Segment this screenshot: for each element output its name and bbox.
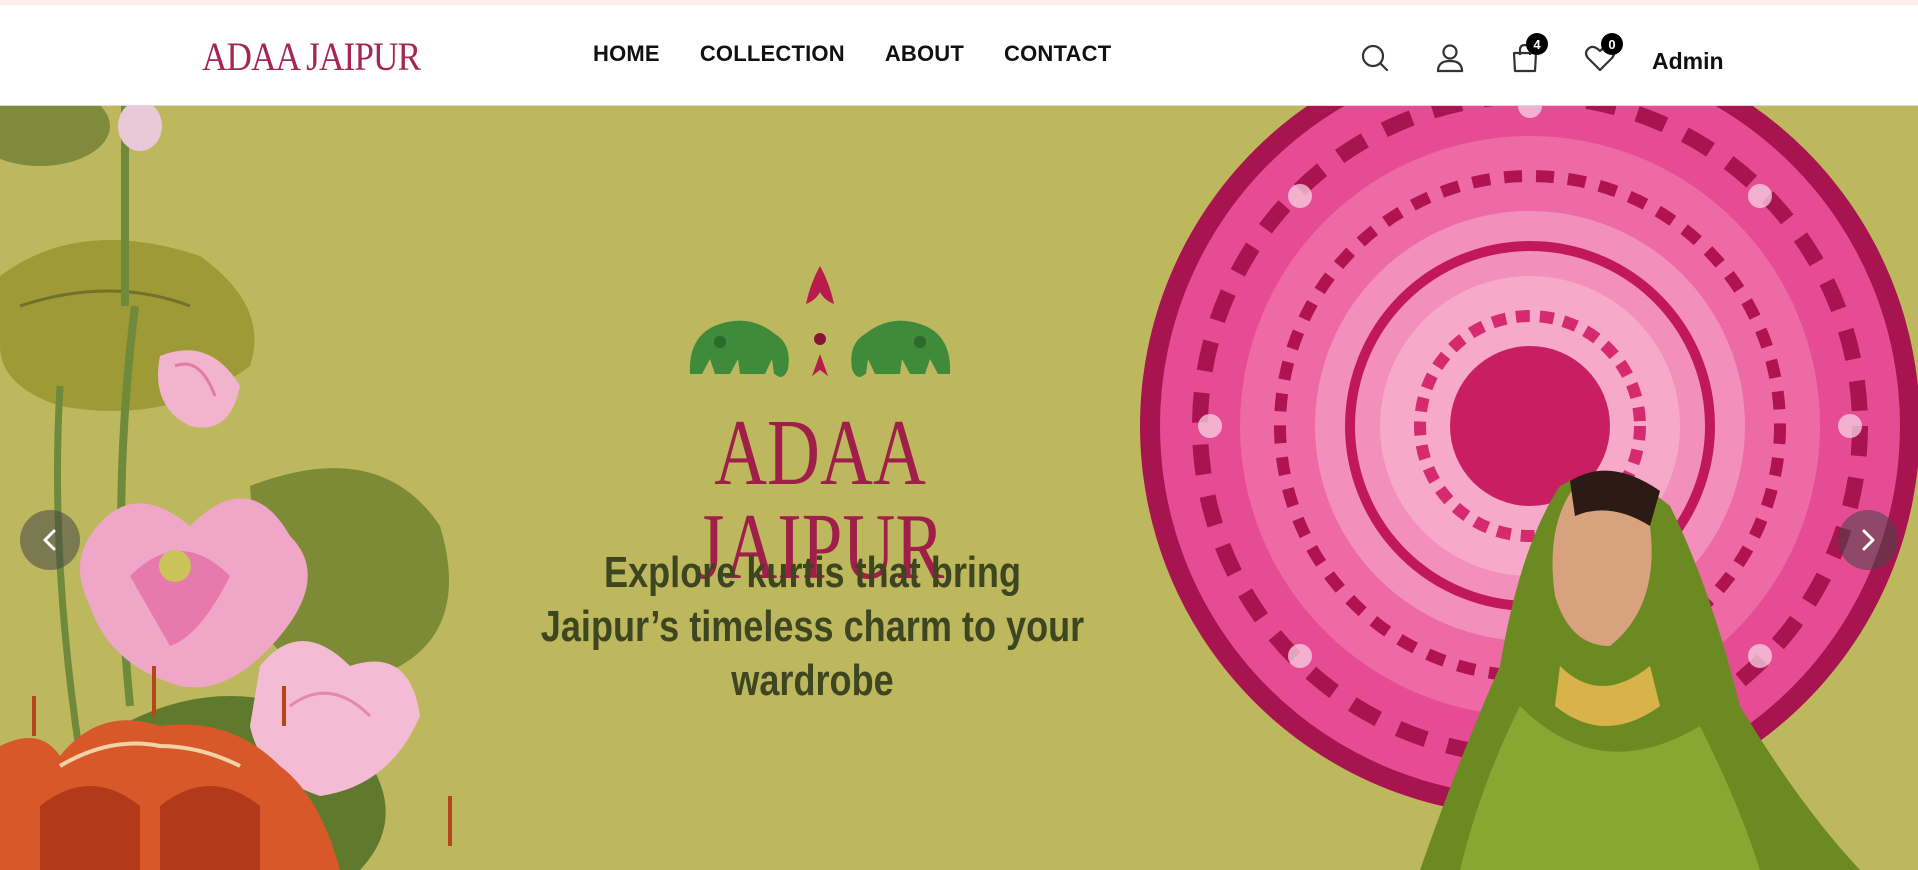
- wishlist-count-badge: 0: [1601, 33, 1623, 55]
- slider-next-button[interactable]: [1838, 510, 1898, 570]
- nav-collection[interactable]: COLLECTION: [700, 41, 845, 67]
- account-button[interactable]: [1433, 41, 1467, 75]
- wishlist-button[interactable]: 0: [1583, 33, 1623, 75]
- main-nav: HOME COLLECTION ABOUT CONTACT: [593, 41, 1111, 67]
- nav-about[interactable]: ABOUT: [885, 41, 964, 67]
- chevron-right-icon: [1862, 529, 1875, 551]
- hero-tagline-line-2: Jaipur’s timeless charm to your wardrobe: [540, 602, 1085, 705]
- chevron-left-icon: [43, 529, 56, 551]
- cart-button[interactable]: 4: [1508, 33, 1548, 75]
- user-name[interactable]: Admin: [1652, 48, 1724, 75]
- hero-tagline-line-1: Explore kurtis that bring: [604, 548, 1021, 597]
- user-icon: [1436, 44, 1464, 73]
- lotus-illustration: [0, 106, 452, 870]
- site-logo[interactable]: ADAA JAIPUR: [202, 33, 421, 80]
- site-header: ADAA JAIPUR HOME COLLECTION ABOUT CONTAC…: [0, 5, 1918, 106]
- slider-prev-button[interactable]: [20, 510, 80, 570]
- elephant-emblem: [689, 266, 951, 378]
- search-button[interactable]: [1358, 41, 1392, 75]
- search-icon: [1361, 44, 1389, 72]
- hero-tagline: Explore kurtis that bring Jaipur’s timel…: [507, 546, 1118, 708]
- nav-contact[interactable]: CONTACT: [1004, 41, 1111, 67]
- cart-count-badge: 4: [1526, 33, 1548, 55]
- nav-home[interactable]: HOME: [593, 41, 660, 67]
- hero-slider: ADAA JAIPUR Explore kurtis that bring Ja…: [0, 106, 1918, 870]
